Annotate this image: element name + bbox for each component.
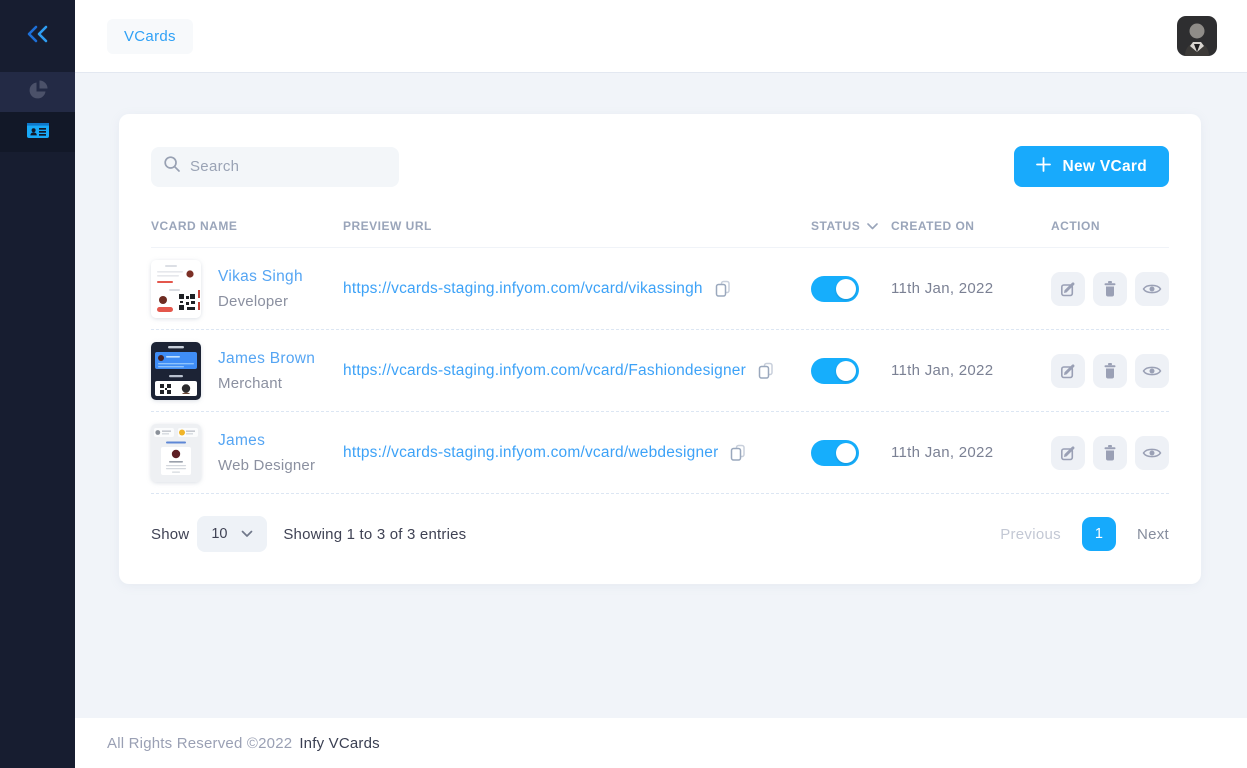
breadcrumb[interactable]: VCards (107, 19, 193, 54)
page-size-select[interactable]: 10 (197, 516, 267, 552)
view-button[interactable] (1135, 436, 1169, 470)
brand-name: Infy VCards (299, 735, 380, 752)
vcard-thumbnail (151, 424, 201, 482)
previous-page-button[interactable]: Previous (1000, 526, 1061, 543)
contact-card-icon (26, 120, 50, 145)
vcard-thumbnail (151, 342, 201, 400)
pagination: Previous 1 Next (1000, 517, 1169, 551)
column-header-status[interactable]: STATUS (811, 219, 891, 233)
vcard-role: Developer (218, 293, 303, 310)
entries-summary: Showing 1 to 3 of 3 entries (283, 526, 466, 543)
page-size-value: 10 (211, 526, 227, 542)
table-row: James Web Designer https://vcards-stagin… (151, 412, 1169, 494)
view-button[interactable] (1135, 354, 1169, 388)
search-icon (163, 155, 181, 178)
preview-url-link[interactable]: https://vcards-staging.infyom.com/vcard/… (343, 444, 718, 462)
sidebar-item-vcards[interactable] (0, 112, 75, 152)
new-vcard-button-label: New VCard (1062, 158, 1147, 176)
delete-button[interactable] (1093, 436, 1127, 470)
plus-icon (1036, 157, 1051, 177)
top-header: VCards (75, 0, 1247, 72)
created-on-date: 11th Jan, 2022 (891, 280, 1051, 297)
preview-url-link[interactable]: https://vcards-staging.infyom.com/vcard/… (343, 280, 703, 298)
sidebar-collapse-button[interactable] (0, 0, 75, 72)
table-header: VCARD NAME PREVIEW URL STATUS CREATED ON… (151, 219, 1169, 248)
page-number-button[interactable]: 1 (1082, 517, 1116, 551)
vcard-thumbnail (151, 260, 201, 318)
delete-button[interactable] (1093, 354, 1127, 388)
edit-button[interactable] (1051, 436, 1085, 470)
double-chevron-left-icon (25, 23, 51, 50)
column-header-action: ACTION (1051, 219, 1169, 233)
sidebar (0, 0, 75, 768)
status-toggle[interactable] (811, 440, 859, 466)
vcard-role: Merchant (218, 375, 315, 392)
created-on-date: 11th Jan, 2022 (891, 444, 1051, 461)
copyright-text: All Rights Reserved ©2022 (107, 735, 292, 752)
sidebar-item-dashboard[interactable] (0, 72, 75, 112)
vcards-card: New VCard VCARD NAME PREVIEW URL STATUS … (119, 114, 1201, 584)
next-page-button[interactable]: Next (1137, 526, 1169, 543)
new-vcard-button[interactable]: New VCard (1014, 146, 1169, 187)
status-toggle[interactable] (811, 276, 859, 302)
preview-url-link[interactable]: https://vcards-staging.infyom.com/vcard/… (343, 362, 746, 380)
table-toolbar: New VCard (151, 146, 1169, 187)
search-input[interactable] (190, 158, 387, 175)
chevron-down-icon (241, 526, 253, 542)
column-header-vcard-name: VCARD NAME (151, 219, 343, 233)
created-on-date: 11th Jan, 2022 (891, 362, 1051, 379)
pie-chart-icon (27, 79, 49, 106)
delete-button[interactable] (1093, 272, 1127, 306)
vcard-role: Web Designer (218, 457, 315, 474)
vcard-name-link[interactable]: James Brown (218, 350, 315, 368)
vcard-name-link[interactable]: Vikas Singh (218, 268, 303, 286)
show-label: Show (151, 526, 189, 543)
vcard-name-link[interactable]: James (218, 432, 315, 450)
table-row: Vikas Singh Developer https://vcards-sta… (151, 248, 1169, 330)
copy-url-button[interactable] (755, 361, 774, 380)
edit-button[interactable] (1051, 272, 1085, 306)
table-row: James Brown Merchant https://vcards-stag… (151, 330, 1169, 412)
status-toggle[interactable] (811, 358, 859, 384)
sort-icon (867, 219, 878, 233)
column-header-preview-url: PREVIEW URL (343, 219, 811, 233)
view-button[interactable] (1135, 272, 1169, 306)
edit-button[interactable] (1051, 354, 1085, 388)
page-footer: All Rights Reserved ©2022 Infy VCards (75, 718, 1247, 768)
user-avatar[interactable] (1177, 16, 1217, 56)
copy-url-button[interactable] (727, 443, 746, 462)
search-box (151, 147, 399, 187)
table-footer: Show 10 Showing 1 to 3 of 3 entries Prev… (151, 516, 1169, 552)
main-content: New VCard VCARD NAME PREVIEW URL STATUS … (75, 72, 1247, 718)
column-header-created-on: CREATED ON (891, 219, 1051, 233)
column-header-status-label: STATUS (811, 219, 860, 233)
copy-url-button[interactable] (712, 279, 731, 298)
